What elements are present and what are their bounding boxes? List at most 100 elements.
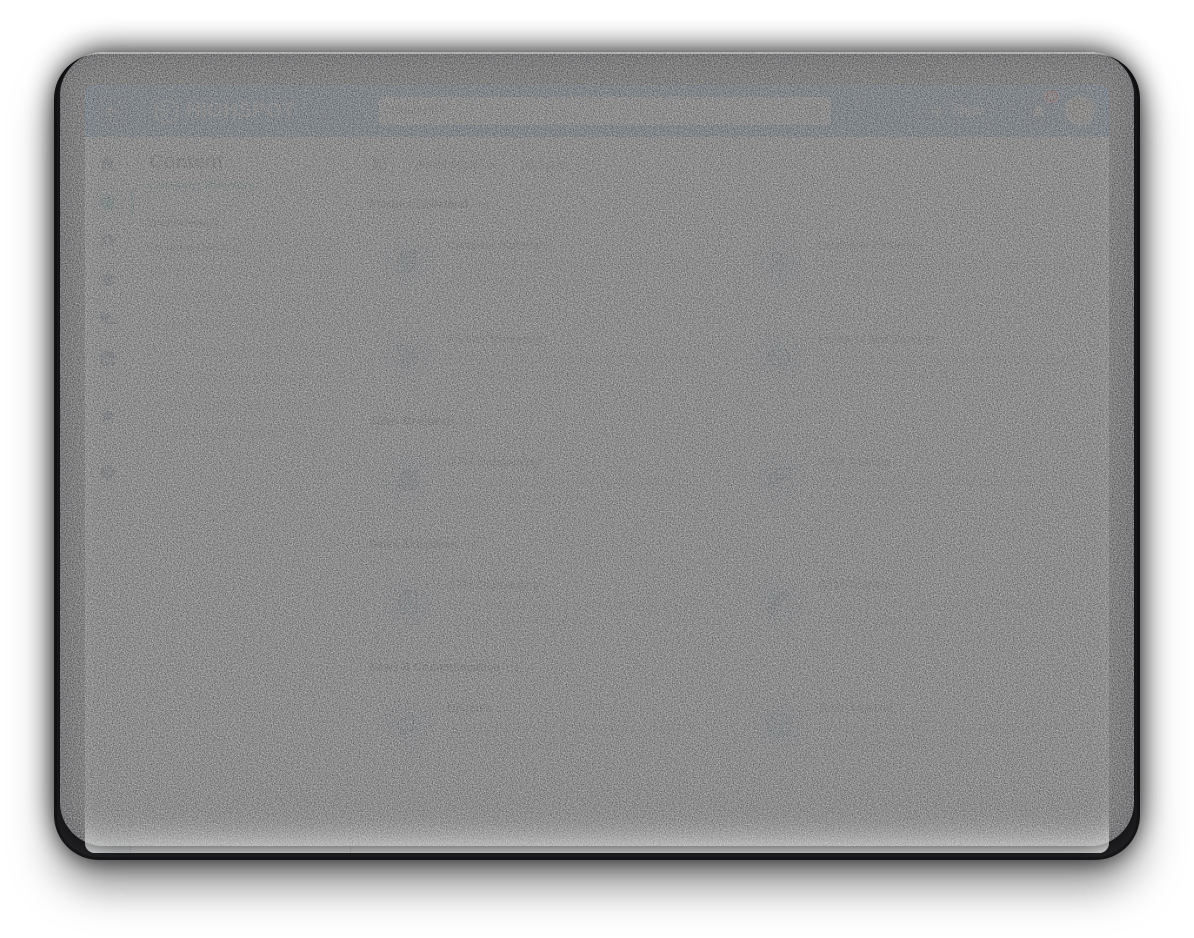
content-toolbar: Alphabetical 26 Spots bbox=[365, 151, 1091, 192]
spot-directory-panel: Content Company Directory Spot Directory… bbox=[131, 137, 351, 853]
section-count-badge: 8 bbox=[509, 661, 525, 675]
avatar[interactable] bbox=[1065, 96, 1095, 126]
spot-card-grid: GTM Onboarding GTM Training bbox=[365, 439, 1091, 518]
spot-directory-placeholder-row[interactable] bbox=[139, 319, 342, 330]
presenter-chart-icon bbox=[753, 452, 805, 505]
spot-directory-placeholder-row[interactable] bbox=[139, 292, 342, 303]
wrench-hammer-icon bbox=[753, 575, 805, 628]
spot-card-placeholder-line bbox=[447, 600, 703, 610]
section-title-label: Sales Rediness bbox=[369, 416, 454, 428]
sidebar-item-people[interactable] bbox=[91, 225, 125, 257]
chevron-down-icon bbox=[489, 162, 497, 167]
spot-card-placeholder-line bbox=[818, 370, 959, 380]
section-title-label: News & Communication bbox=[369, 662, 501, 674]
spot-card-body: Compete Materials bbox=[447, 238, 703, 286]
spot-card-placeholder-line bbox=[818, 616, 959, 626]
search-input[interactable] bbox=[390, 105, 808, 117]
spot-card-grid: Compete Materials Customer Evidence Part… bbox=[365, 222, 1091, 395]
spot-card[interactable]: Customer Evidence bbox=[736, 222, 1091, 301]
clipboard-plan-icon bbox=[382, 575, 434, 628]
search-icon[interactable] bbox=[807, 104, 822, 119]
spot-card[interactable]: Updates bbox=[365, 685, 720, 764]
section-count-badge: 4 bbox=[477, 198, 493, 212]
spot-card-placeholder-line bbox=[818, 493, 959, 503]
sidebar-item-home[interactable] bbox=[91, 147, 125, 179]
notifications-button[interactable]: 18 bbox=[1022, 90, 1059, 127]
new-button-label: New bbox=[953, 103, 983, 119]
view-toggle-button[interactable] bbox=[365, 151, 394, 178]
spot-card-placeholder-line bbox=[818, 260, 1074, 270]
sidebar-item-content[interactable] bbox=[90, 186, 134, 218]
placeholder-bar bbox=[147, 319, 308, 330]
placeholder-bar bbox=[147, 265, 308, 276]
breadcrumb[interactable]: Company Directory bbox=[149, 180, 332, 192]
spot-card-placeholder-line bbox=[447, 354, 703, 364]
spot-card[interactable]: Partner Marketing bbox=[365, 316, 720, 395]
spot-card-placeholder-line bbox=[447, 477, 703, 487]
spot-card[interactable]: GTM Training bbox=[736, 439, 1091, 518]
placeholder-bar bbox=[147, 400, 308, 411]
spot-directory-placeholder-row[interactable] bbox=[139, 427, 342, 438]
placeholder-pill bbox=[316, 347, 334, 356]
spot-card[interactable]: Team Meeting bbox=[736, 685, 1091, 764]
spot-directory-placeholder-row[interactable] bbox=[139, 373, 342, 384]
spot-card[interactable]: GTM Onboarding bbox=[365, 439, 720, 518]
placeholder-pill bbox=[316, 401, 334, 410]
spot-card-placeholder-line bbox=[818, 354, 1074, 364]
sidebar-item-conversations[interactable] bbox=[91, 303, 125, 335]
content-circle-icon bbox=[100, 194, 115, 210]
section-count-badge: 8 bbox=[462, 415, 478, 429]
spot-card-body: Customer Evidence bbox=[818, 238, 1074, 286]
spot-card-body: GTM Onboarding bbox=[447, 455, 703, 503]
spot-directory-placeholder-row[interactable] bbox=[139, 400, 342, 411]
spot-card-body: Partner Marketing bbox=[447, 332, 703, 380]
tablet-screen: HIGHSPOT New bbox=[85, 85, 1109, 853]
spot-card[interactable]: Compete Materials bbox=[365, 222, 720, 301]
spot-directory-placeholder-row[interactable] bbox=[139, 265, 342, 276]
sidebar-item-favorites[interactable] bbox=[91, 399, 125, 431]
spot-card[interactable]: GTM Training bbox=[736, 562, 1091, 641]
spot-card-title: Products and Services bbox=[818, 331, 939, 346]
spot-card[interactable]: GTM Onboarding bbox=[365, 562, 720, 641]
sort-dropdown[interactable]: Alphabetical bbox=[403, 151, 508, 178]
spot-card-title: Partner Marketing bbox=[447, 331, 543, 346]
plus-icon bbox=[931, 105, 944, 117]
placeholder-pill bbox=[316, 374, 334, 383]
new-button[interactable]: New bbox=[915, 96, 997, 126]
rail-divider-1 bbox=[96, 388, 119, 389]
spot-item-pill bbox=[316, 243, 334, 253]
spot-card[interactable]: Products and Services bbox=[736, 316, 1091, 395]
sidebar-item-help[interactable] bbox=[91, 456, 125, 488]
sort-dropdown-label: Alphabetical bbox=[415, 158, 478, 171]
spot-card-placeholder-line bbox=[447, 276, 588, 286]
sidebar-item-analytics[interactable] bbox=[91, 342, 125, 374]
spot-card-title: Team Meeting bbox=[818, 700, 894, 715]
app-body: Content Company Directory Spot Directory… bbox=[85, 137, 1109, 853]
spot-card-placeholder-line bbox=[447, 370, 588, 380]
spot-directory-placeholder-row[interactable] bbox=[139, 346, 342, 357]
placeholder-bar bbox=[147, 373, 308, 384]
spot-directory-item-label: Company Directory bbox=[147, 242, 242, 254]
section-header: Sales Rediness 8 bbox=[369, 415, 1091, 429]
spot-card-placeholder-line bbox=[818, 739, 959, 749]
page-title: Content bbox=[149, 151, 224, 173]
spot-card-title: GTM Onboarding bbox=[447, 577, 540, 592]
star-icon bbox=[99, 407, 116, 422]
spot-card-title: Updates bbox=[447, 700, 492, 715]
notification-badge: 18 bbox=[1044, 90, 1059, 103]
brand-logo[interactable]: HIGHSPOT bbox=[154, 99, 295, 124]
bell-icon bbox=[1032, 104, 1044, 118]
spot-card-placeholder-line bbox=[818, 600, 1074, 610]
person-icon bbox=[100, 233, 115, 249]
spot-directory-item-active[interactable]: Company Directory bbox=[139, 237, 342, 259]
user-avatar-icon bbox=[1067, 98, 1093, 124]
network-nodes-icon bbox=[382, 329, 434, 382]
header-divider bbox=[141, 97, 142, 125]
sidebar-item-training[interactable] bbox=[91, 264, 125, 296]
spot-card-placeholder-line bbox=[447, 616, 588, 626]
back-button[interactable] bbox=[95, 94, 129, 128]
spot-card-body: GTM Onboarding bbox=[447, 578, 703, 626]
section-title-label: Sales Execution bbox=[369, 539, 458, 551]
spot-card-body: Updates bbox=[447, 701, 703, 749]
search-box[interactable] bbox=[379, 97, 832, 125]
